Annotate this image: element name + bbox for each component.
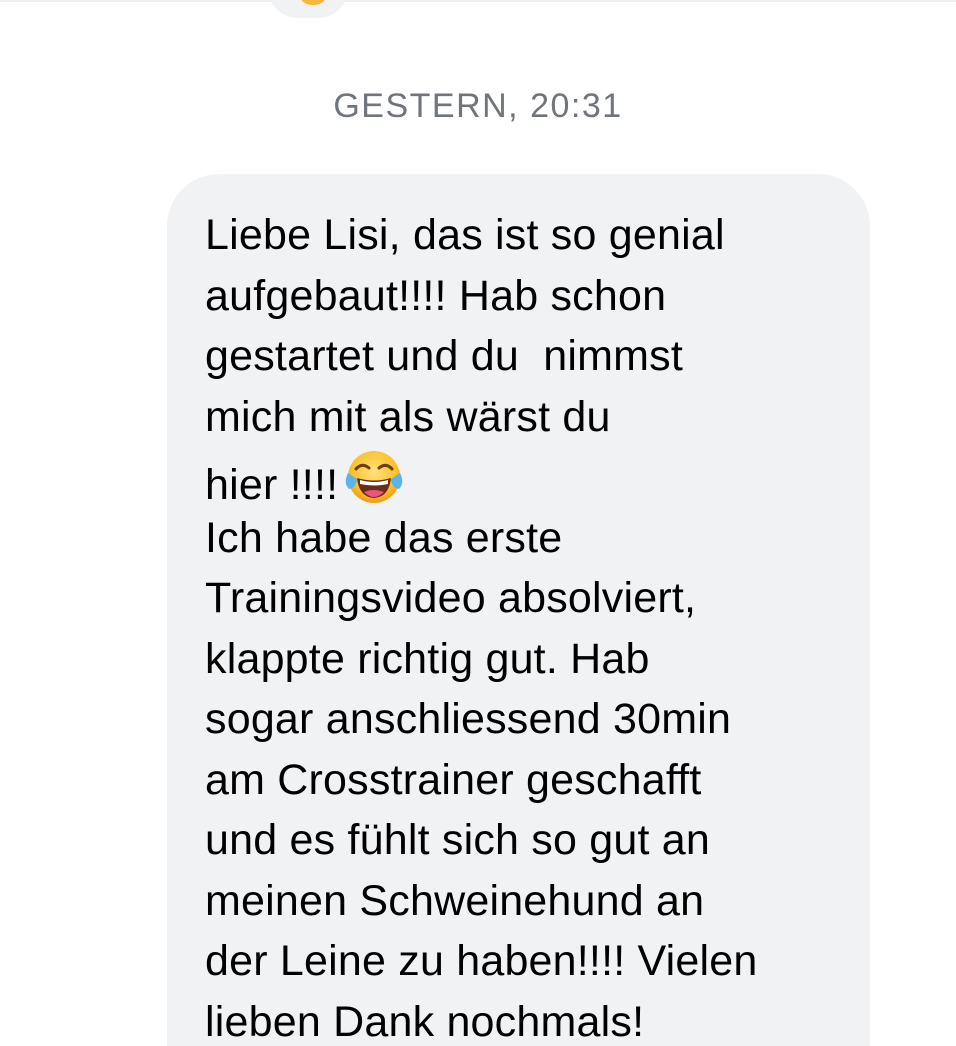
message-line: aufgebaut!!!! Hab schon — [205, 271, 667, 320]
previous-emoji-icon — [301, 0, 325, 5]
message-line: hier !!!! — [205, 461, 339, 509]
message-line: Liebe Lisi, das ist so genial — [205, 211, 725, 259]
message-line: gestartet und du nimmst — [205, 332, 684, 380]
message-line-with-emoji: hier !!!! — [205, 447, 855, 509]
message-line: Trainingsvideo absolviert, — [205, 574, 697, 622]
message-timestamp: GESTERN, 20:31 — [333, 87, 623, 125]
face-with-tears-of-joy-icon — [345, 451, 403, 503]
message-line: klappte richtig gut. Hab — [205, 634, 650, 683]
message-text: Liebe Lisi, das ist so genial aufgebaut!… — [205, 205, 855, 1046]
message-line: mich mit als wärst du — [205, 392, 611, 441]
message-line: am Crosstrainer geschafft — [205, 755, 702, 804]
message-line: Ich habe das erste — [205, 513, 563, 562]
chat-screen: GESTERN, 20:31 Liebe Lisi, das ist so ge… — [0, 0, 956, 1046]
message-line: meinen Schweinehund an — [205, 876, 705, 925]
message-line: sogar anschliessend 30min — [205, 695, 732, 743]
message-line: lieben Dank nochmals! — [205, 997, 645, 1046]
message-line: und es fühlt sich so gut an — [205, 816, 711, 864]
message-line: der Leine zu haben!!!! Vielen — [205, 937, 758, 985]
divider — [0, 0, 956, 2]
